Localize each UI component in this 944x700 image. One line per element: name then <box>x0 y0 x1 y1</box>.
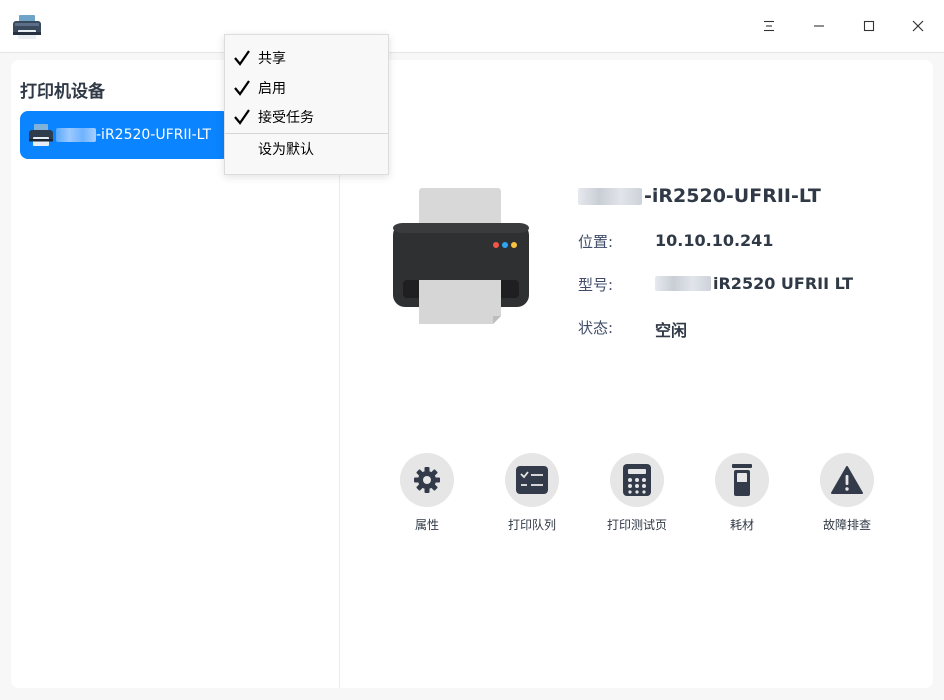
print-queue-icon <box>516 466 548 494</box>
model-label: 型号: <box>578 276 614 294</box>
troubleshoot-button-label: 故障排查 <box>822 518 871 532</box>
menu-item-label: 设为默认 <box>258 142 314 158</box>
print-test-page-button[interactable]: 打印测试页 <box>587 453 687 533</box>
properties-button-label: 属性 <box>414 518 439 532</box>
menu-item-enable[interactable]: 启用 <box>225 74 388 102</box>
redacted-text <box>578 187 642 205</box>
hamburger-menu-icon <box>764 20 774 32</box>
print-test-page-button-label: 打印测试页 <box>606 518 667 532</box>
hamburger-menu-button[interactable] <box>744 8 794 44</box>
print-queue-button[interactable]: 打印队列 <box>482 453 582 533</box>
test-page-icon <box>623 464 651 496</box>
title-bar <box>0 0 944 53</box>
redacted-text <box>655 276 711 291</box>
status-label: 状态: <box>578 319 614 337</box>
print-test-page-button-circle <box>610 453 664 507</box>
troubleshoot-button[interactable]: 故障排查 <box>797 453 897 533</box>
checkmark-icon <box>234 50 250 66</box>
printer-list-item-name: -iR2520-UFRII-LT <box>96 127 212 143</box>
print-queue-button-label: 打印队列 <box>507 518 556 532</box>
minimize-button[interactable] <box>794 8 844 44</box>
menu-item-share[interactable]: 共享 <box>225 44 388 72</box>
printer-detail-panel <box>340 60 933 688</box>
menu-item-accept-jobs[interactable]: 接受任务 <box>225 103 388 131</box>
maximize-button[interactable] <box>844 8 894 44</box>
minimize-icon <box>814 25 824 27</box>
print-queue-button-circle <box>505 453 559 507</box>
properties-button[interactable]: 属性 <box>377 453 477 533</box>
gear-icon <box>414 467 440 493</box>
close-button[interactable] <box>893 8 943 44</box>
printer-illustration <box>393 188 529 324</box>
troubleshoot-button-circle <box>820 453 874 507</box>
printer-list-item-label: -iR2520-UFRII-LT <box>56 127 211 143</box>
menu-item-set-default[interactable]: 设为默认 <box>225 135 388 163</box>
printer-list-item[interactable]: -iR2520-UFRII-LT <box>20 111 230 159</box>
properties-button-circle <box>400 453 454 507</box>
redacted-text <box>56 128 96 142</box>
supplies-icon <box>732 464 752 496</box>
supplies-button-circle <box>715 453 769 507</box>
printer-name: -iR2520-UFRII-LT <box>578 185 821 207</box>
menu-item-label: 共享 <box>258 51 286 67</box>
printer-icon <box>29 124 53 146</box>
checkmark-icon <box>234 80 250 96</box>
printer-app-icon <box>13 15 41 39</box>
supplies-button-label: 耗材 <box>729 518 754 532</box>
location-label: 位置: <box>578 233 614 251</box>
menu-item-label: 接受任务 <box>258 110 314 126</box>
troubleshoot-warning-icon <box>831 466 863 494</box>
model-value-text: iR2520 UFRII LT <box>713 274 854 293</box>
printer-name-text: -iR2520-UFRII-LT <box>644 185 821 207</box>
close-icon <box>912 20 924 32</box>
printer-context-menu: 共享 启用 接受任务 设为默认 <box>224 34 389 175</box>
status-value: 空闲 <box>655 321 688 340</box>
location-value: 10.10.10.241 <box>655 231 774 250</box>
sidebar-title: 打印机设备 <box>20 82 105 102</box>
supplies-button[interactable]: 耗材 <box>692 453 792 533</box>
checkmark-icon <box>234 109 250 125</box>
maximize-icon <box>863 20 875 32</box>
model-value: iR2520 UFRII LT <box>655 274 853 293</box>
menu-item-label: 启用 <box>258 81 286 97</box>
menu-separator <box>225 133 388 134</box>
